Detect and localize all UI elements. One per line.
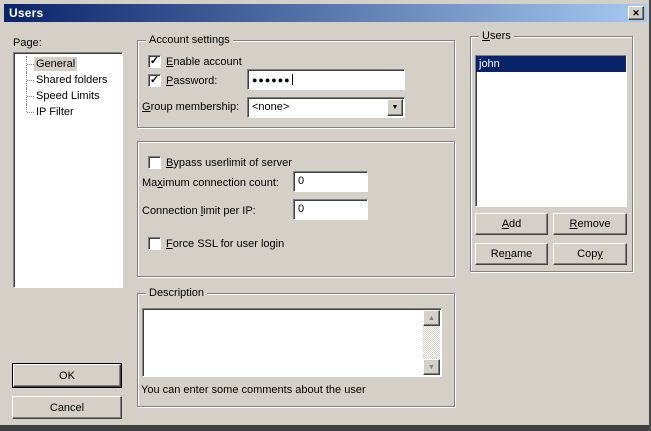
label-mnemonic: U <box>482 30 490 42</box>
page-tree[interactable]: General Shared folders Speed Limits IP F… <box>13 52 123 288</box>
account-settings-title: Account settings <box>146 34 233 46</box>
page-label: Page: <box>13 37 42 49</box>
copy-button-label: Copy <box>577 248 603 260</box>
remove-user-button[interactable]: Remove <box>553 213 627 235</box>
ok-button-label: OK <box>59 370 75 382</box>
tree-connector <box>20 56 34 72</box>
tree-connector <box>20 88 34 104</box>
users-listbox[interactable]: john <box>475 55 627 207</box>
window-title: Users <box>9 6 43 20</box>
scroll-up-button[interactable]: ▲ <box>423 310 440 326</box>
password-checkbox[interactable]: ✓ <box>148 74 161 87</box>
add-user-button[interactable]: Add <box>475 213 548 235</box>
label-mnemonic: G <box>142 101 151 113</box>
arrow-up-icon: ▲ <box>428 315 435 322</box>
label-mnemonic: y <box>597 248 603 260</box>
users-group-title: Users <box>479 30 514 42</box>
group-membership-label: Group membership: <box>142 101 239 113</box>
label-text: Connection <box>142 205 201 217</box>
close-button[interactable]: ✕ <box>628 6 644 20</box>
cancel-button-label: Cancel <box>50 402 84 414</box>
tree-item-speed-limits[interactable]: Speed Limits <box>14 88 122 104</box>
scroll-down-button[interactable]: ▼ <box>423 359 440 375</box>
force-ssl-checkbox[interactable] <box>148 237 161 250</box>
max-connection-value: 0 <box>298 175 304 187</box>
connection-per-ip-input[interactable]: 0 <box>293 199 368 220</box>
users-dialog: Users ✕ Page: General Shared folders Spe… <box>0 0 651 431</box>
password-value: ●●●●●● <box>252 75 291 85</box>
tree-item-general[interactable]: General <box>14 56 122 72</box>
bypass-userlimit-label: Bypass userlimit of server <box>166 157 292 169</box>
rename-button-label: Rename <box>491 248 533 260</box>
user-name: john <box>479 58 500 70</box>
label-text: sers <box>490 30 511 42</box>
tree-item-ip-filter[interactable]: IP Filter <box>14 104 122 120</box>
description-title: Description <box>146 287 207 299</box>
label-mnemonic: F <box>166 238 173 250</box>
label-text: ypass userlimit of server <box>173 157 292 169</box>
label-mnemonic: A <box>502 218 509 230</box>
group-membership-select[interactable]: <none> ▼ <box>247 97 405 118</box>
password-label: Password: <box>166 75 217 87</box>
enable-account-label: Enable account <box>166 56 242 68</box>
tree-item-label: Shared folders <box>34 73 110 87</box>
label-text: Re <box>491 248 505 260</box>
max-connection-input[interactable]: 0 <box>293 171 368 192</box>
description-hint: You can enter some comments about the us… <box>141 384 366 396</box>
user-list-item[interactable]: john <box>476 56 626 72</box>
bypass-userlimit-checkbox[interactable] <box>148 156 161 169</box>
cancel-button[interactable]: Cancel <box>12 396 122 419</box>
copy-user-button[interactable]: Copy <box>553 243 627 265</box>
ok-button[interactable]: OK <box>13 364 121 387</box>
label-text: dd <box>509 218 521 230</box>
remove-button-label: Remove <box>570 218 611 230</box>
tree-item-label: IP Filter <box>34 105 76 119</box>
password-input[interactable]: ●●●●●● <box>247 69 405 90</box>
rename-user-button[interactable]: Rename <box>475 243 548 265</box>
description-scrollbar[interactable]: ▲ ▼ <box>423 310 440 375</box>
label-text: imum connection count: <box>163 177 279 189</box>
description-textarea[interactable]: ▲ ▼ <box>142 308 442 377</box>
chevron-down-icon: ▼ <box>392 104 399 111</box>
label-text: assword: <box>173 75 217 87</box>
max-connection-label: Maximum connection count: <box>142 177 279 189</box>
text-caret <box>292 74 293 85</box>
group-membership-value: <none> <box>252 101 289 113</box>
checkmark-icon: ✓ <box>150 56 159 67</box>
tree-connector <box>20 104 34 120</box>
connection-per-ip-value: 0 <box>298 203 304 215</box>
tree-item-shared-folders[interactable]: Shared folders <box>14 72 122 88</box>
titlebar[interactable]: Users <box>4 4 647 22</box>
dropdown-button[interactable]: ▼ <box>387 99 403 116</box>
label-text: nable account <box>173 56 242 68</box>
label-text: imit per IP: <box>203 205 256 217</box>
label-text: emove <box>577 218 610 230</box>
label-text: Ma <box>142 177 157 189</box>
force-ssl-label: Force SSL for user login <box>166 238 284 250</box>
checkmark-icon: ✓ <box>150 75 159 86</box>
close-icon: ✕ <box>632 9 640 18</box>
label-text: Cop <box>577 248 597 260</box>
tree-item-label: General <box>34 57 77 71</box>
connection-per-ip-label: Connection limit per IP: <box>142 205 256 217</box>
add-button-label: Add <box>502 218 522 230</box>
arrow-down-icon: ▼ <box>428 364 435 371</box>
enable-account-checkbox[interactable]: ✓ <box>148 55 161 68</box>
tree-item-label: Speed Limits <box>34 89 102 103</box>
label-text: roup membership: <box>151 101 240 113</box>
label-text: ame <box>511 248 532 260</box>
label-text: orce SSL for user login <box>173 238 284 250</box>
tree-connector <box>20 72 34 88</box>
